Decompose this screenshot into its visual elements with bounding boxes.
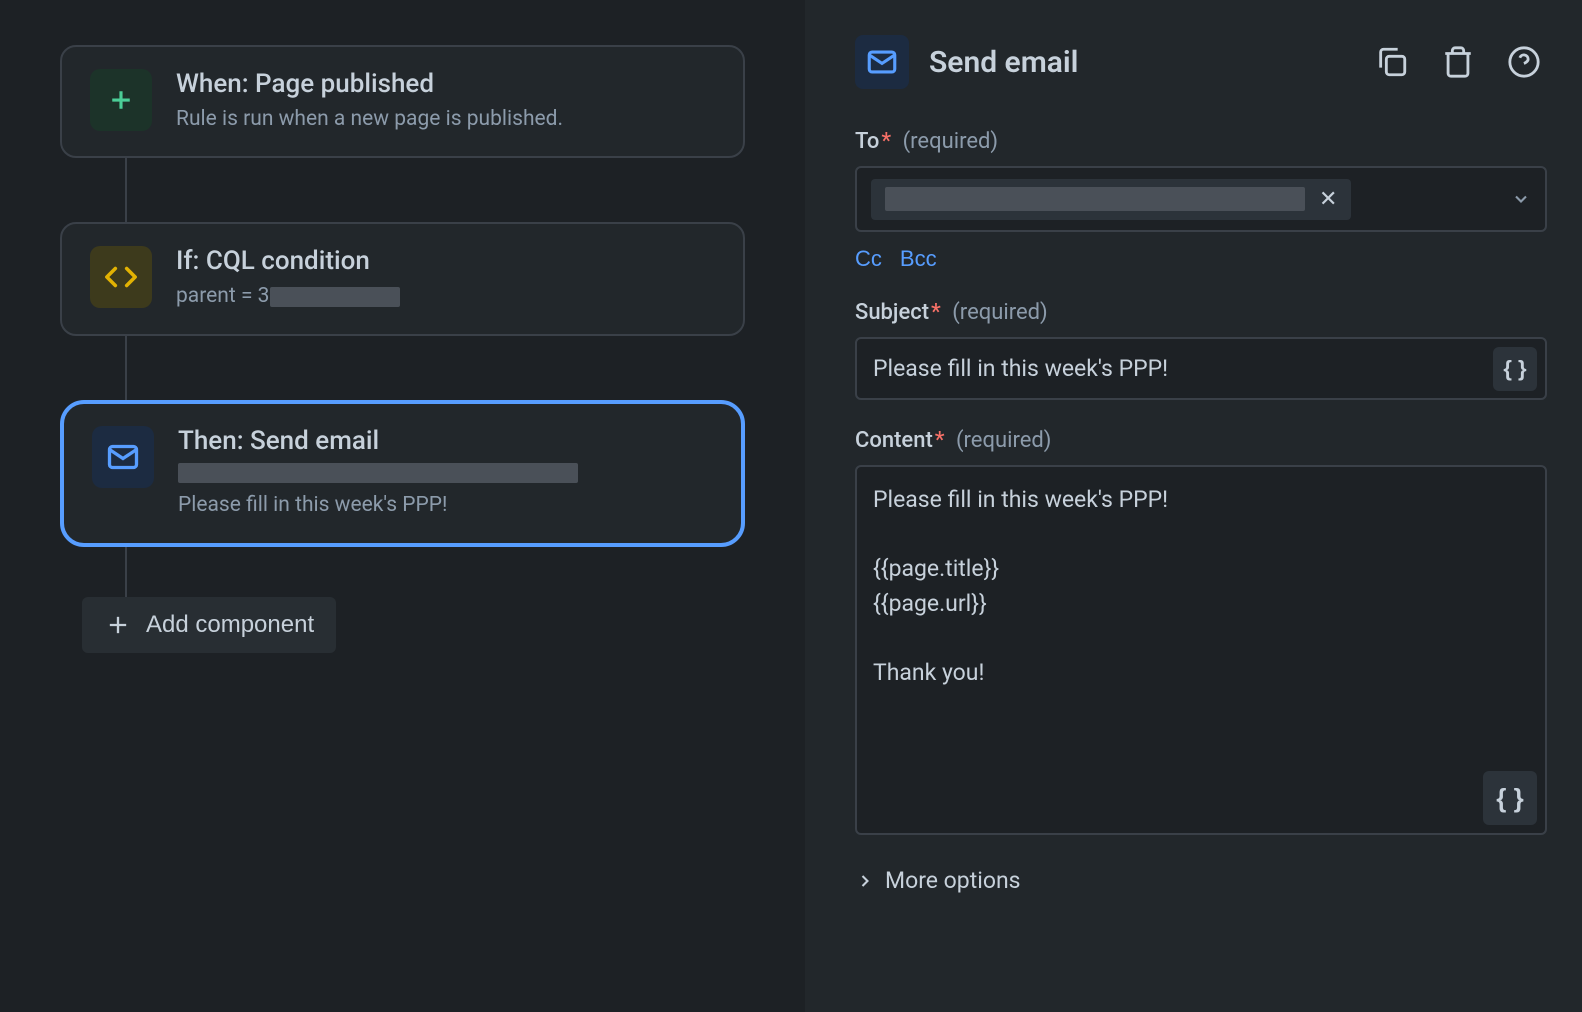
more-options-label: More options: [885, 867, 1021, 894]
mail-icon: [855, 35, 909, 89]
connector-line: [125, 336, 127, 400]
subject-label: Subject* (required): [855, 300, 1547, 325]
connector-line: [125, 158, 127, 222]
to-select[interactable]: ✕: [855, 166, 1547, 232]
trash-icon: [1441, 45, 1475, 79]
condition-subtitle: parent = 3: [176, 282, 715, 311]
delete-button[interactable]: [1435, 39, 1481, 85]
cc-button[interactable]: Cc: [855, 246, 882, 272]
required-star: *: [931, 300, 941, 325]
duplicate-button[interactable]: [1369, 39, 1415, 85]
condition-content: If: CQL condition parent = 3: [176, 246, 715, 311]
insert-variable-button[interactable]: { }: [1493, 347, 1537, 391]
bcc-button[interactable]: Bcc: [900, 246, 937, 272]
insert-variable-button[interactable]: { }: [1483, 771, 1537, 825]
redacted-text: [885, 187, 1305, 211]
trigger-content: When: Page published Rule is run when a …: [176, 69, 715, 134]
remove-chip-button[interactable]: ✕: [1319, 187, 1337, 212]
panel-header: Send email: [855, 35, 1547, 89]
add-component-button[interactable]: Add component: [82, 597, 336, 653]
panel-title: Send email: [929, 45, 1349, 80]
redacted-text: [270, 287, 400, 307]
recipient-chip: ✕: [871, 179, 1351, 220]
code-icon: [90, 246, 152, 308]
trigger-title: When: Page published: [176, 69, 715, 99]
action-title: Then: Send email: [178, 426, 713, 456]
config-panel: Send email: [805, 0, 1582, 1012]
action-subtitle: Please fill in this week's PPP!: [178, 462, 713, 521]
chevron-down-icon[interactable]: [1511, 189, 1531, 209]
trigger-card[interactable]: When: Page published Rule is run when a …: [60, 45, 745, 158]
rule-builder-panel: When: Page published Rule is run when a …: [0, 0, 805, 1012]
connector-line: [125, 547, 127, 597]
to-field-group: To* (required) ✕ Cc Bcc: [855, 129, 1547, 272]
subject-input-wrapper: { }: [855, 337, 1547, 400]
trigger-subtitle: Rule is run when a new page is published…: [176, 105, 715, 134]
subject-input[interactable]: [855, 337, 1547, 400]
copy-icon: [1375, 45, 1409, 79]
add-component-label: Add component: [146, 611, 314, 639]
to-label: To* (required): [855, 129, 1547, 154]
help-icon: [1507, 45, 1541, 79]
content-field-group: Content* (required) { }: [855, 428, 1547, 839]
mail-icon: [92, 426, 154, 488]
content-label: Content* (required): [855, 428, 1547, 453]
required-star: *: [881, 129, 891, 154]
subject-field-group: Subject* (required) { }: [855, 300, 1547, 400]
plus-icon: [104, 611, 132, 639]
chevron-right-icon: [855, 871, 875, 891]
required-star: *: [935, 428, 945, 453]
plus-icon: [90, 69, 152, 131]
condition-title: If: CQL condition: [176, 246, 715, 276]
redacted-text: [178, 463, 578, 483]
action-card-selected[interactable]: Then: Send email Please fill in this wee…: [60, 400, 745, 547]
condition-card[interactable]: If: CQL condition parent = 3: [60, 222, 745, 335]
cc-bcc-links: Cc Bcc: [855, 246, 1547, 272]
action-content: Then: Send email Please fill in this wee…: [178, 426, 713, 521]
more-options-toggle[interactable]: More options: [855, 867, 1547, 894]
help-button[interactable]: [1501, 39, 1547, 85]
panel-actions: [1369, 39, 1547, 85]
content-textarea[interactable]: [855, 465, 1547, 835]
content-input-wrapper: { }: [855, 465, 1547, 839]
